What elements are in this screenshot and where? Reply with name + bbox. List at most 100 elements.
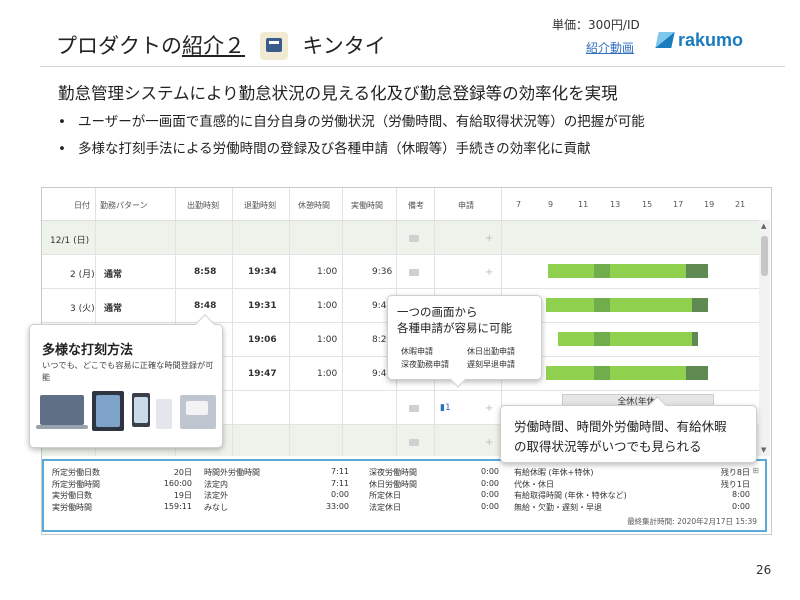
- note-icon[interactable]: [409, 235, 419, 242]
- work-bar: [548, 264, 594, 278]
- scroll-thumb[interactable]: [761, 236, 768, 276]
- row-break: 1:00: [317, 267, 338, 277]
- row-break: 1:00: [317, 301, 338, 311]
- header-hour: 11: [578, 200, 589, 209]
- summary-row: 所定労働時間 160:00: [52, 478, 192, 489]
- col-divider: [232, 188, 233, 456]
- callout-requests-line1: 一つの画面から: [397, 305, 478, 319]
- summary-row: 休日労働時間 0:00: [369, 478, 499, 489]
- request-count[interactable]: ▮1: [440, 403, 451, 413]
- header-hour: 15: [642, 200, 653, 209]
- work-bar: [558, 332, 594, 346]
- header-pattern: 勤務パターン: [100, 201, 148, 210]
- row-date: 12/1 (日): [50, 236, 90, 246]
- header-hour: 19: [704, 200, 715, 209]
- scroll-up-icon[interactable]: ▲: [761, 222, 766, 230]
- break-bar: [594, 332, 610, 346]
- summary-row: 深夜労働時間 0:00: [369, 467, 499, 477]
- summary-row: 時間外労働時間 7:11: [204, 467, 349, 477]
- note-icon[interactable]: [409, 269, 419, 276]
- overtime-bar: [686, 366, 708, 380]
- summary-row: 法定休日 0:00: [369, 501, 499, 512]
- title-suffix: キンタイ: [302, 34, 386, 58]
- callout-status-line1: 労働時間、時間外労働時間、有給休暇: [514, 419, 727, 434]
- row-actual: 9:36: [372, 267, 393, 277]
- add-request-icon[interactable]: +: [485, 267, 493, 278]
- summary-row: 実労働日数 19日: [52, 491, 192, 500]
- row-pattern: 通常: [104, 270, 123, 280]
- header-divider: [40, 66, 785, 67]
- summary-col-leave: 有給休暇 (年休+特休) 残り8日 代休・休日 残り1日 有給取得時間 (年休・特休…: [514, 467, 750, 513]
- summary-row: 代休・休日 残り1日: [514, 479, 750, 489]
- table-row[interactable]: 12/1 (日) +: [42, 221, 759, 255]
- note-icon[interactable]: [409, 439, 419, 446]
- break-bar: [594, 298, 610, 312]
- summary-row: 無給・欠勤・遅刻・早退 0:00: [514, 501, 750, 512]
- summary-row: みなし 33:00: [204, 501, 349, 512]
- bullet-2: 多様な打刻手法による労働時間の登録及び各種申請（休暇等）手続きの効率化に貢献: [58, 137, 591, 157]
- card-reader-image: [156, 399, 172, 429]
- tablet-screen-image: [96, 395, 120, 427]
- header-break: 休憩時間: [298, 201, 330, 210]
- last-aggregated-time: 最終集計時間: 2020年2月17日 15:39: [627, 517, 757, 526]
- device-images: [36, 389, 220, 439]
- summary-col-night-holiday: 深夜労働時間 0:00 休日労働時間 0:00 所定休日 0:00 法定休日 0:00: [369, 467, 499, 513]
- row-clock-out: 19:47: [248, 369, 277, 379]
- add-request-icon[interactable]: +: [485, 437, 493, 448]
- ic-card-label-image: [186, 401, 208, 415]
- callout-stamping-title: 多様な打刻方法: [42, 343, 134, 358]
- header-request: 申請: [458, 201, 474, 210]
- add-request-icon[interactable]: +: [485, 403, 493, 414]
- scroll-down-icon[interactable]: ▼: [761, 446, 766, 454]
- request-type: 深夜勤務申請: [401, 360, 449, 369]
- row-date: 3 (火): [70, 304, 95, 314]
- laptop-image: [40, 395, 84, 425]
- callout-requests: 一つの画面から 各種申請が容易に可能 休暇申請 休日出勤申請 深夜勤務申請 遅刻…: [387, 295, 542, 380]
- break-bar: [594, 366, 610, 380]
- laptop-base-image: [36, 425, 88, 429]
- intro-video-link[interactable]: 紹介動画: [586, 39, 634, 56]
- row-break: 1:00: [317, 335, 338, 345]
- work-bar: [610, 332, 692, 346]
- header-hour: 17: [673, 200, 684, 209]
- summary-row: 所定労働日数 20日: [52, 468, 192, 477]
- monthly-summary: 所定労働日数 20日 所定労働時間 160:00 実労働日数 19日 実労働時間 159…: [42, 459, 767, 532]
- header-hour: 9: [548, 200, 554, 209]
- row-date: 2 (月): [70, 270, 95, 280]
- slide-title: プロダクトの紹介２ キンタイ: [56, 30, 386, 60]
- grid-header: 日付 勤務パターン 出勤時刻 退勤時刻 休憩時間 実働時間 備考 申請 7 9 …: [42, 188, 759, 221]
- col-divider: [342, 188, 343, 456]
- work-bar: [546, 298, 594, 312]
- row-clock-in: 8:58: [194, 267, 217, 277]
- title-underlined: 紹介２: [182, 34, 245, 58]
- summary-row: 法定内 7:11: [204, 478, 349, 489]
- overtime-bar: [692, 298, 708, 312]
- col-divider: [289, 188, 290, 456]
- table-row[interactable]: 2 (月) 通常 8:58 19:34 1:00 9:36 +: [42, 255, 759, 289]
- note-icon[interactable]: [409, 405, 419, 412]
- row-clock-out: 19:31: [248, 301, 277, 311]
- kintai-app-icon: [259, 32, 288, 60]
- expand-icon[interactable]: ⊞: [752, 466, 759, 475]
- work-bar: [610, 298, 692, 312]
- logo-text: rakumo: [678, 30, 744, 50]
- header-hour: 13: [610, 200, 621, 209]
- work-bar: [546, 366, 594, 380]
- row-pattern: 通常: [104, 304, 123, 314]
- row-break: 1:00: [317, 369, 338, 379]
- page-number: 26: [756, 563, 772, 577]
- row-clock-out: 19:06: [248, 335, 277, 345]
- request-type: 休暇申請: [401, 347, 433, 356]
- summary-col-workdays: 所定労働日数 20日 所定労働時間 160:00 実労働日数 19日 実労働時間 159…: [52, 467, 192, 513]
- request-type: 遅刻早退申請: [467, 360, 515, 369]
- phone-screen-image: [134, 397, 148, 423]
- rakumo-logo: rakumo: [655, 30, 744, 51]
- summary-row: 有給休暇 (年休+特休) 残り8日: [514, 468, 750, 477]
- header-date: 日付: [74, 201, 90, 210]
- work-bar: [610, 264, 686, 278]
- header-clock-in: 出勤時刻: [187, 201, 219, 210]
- grid-scrollbar[interactable]: ▲ ▼: [759, 220, 770, 456]
- callout-stamping-text: いつでも、どこでも容易に正確な時間登録が可能: [42, 360, 214, 382]
- header-hour: 21: [735, 200, 746, 209]
- add-request-icon[interactable]: +: [485, 233, 493, 244]
